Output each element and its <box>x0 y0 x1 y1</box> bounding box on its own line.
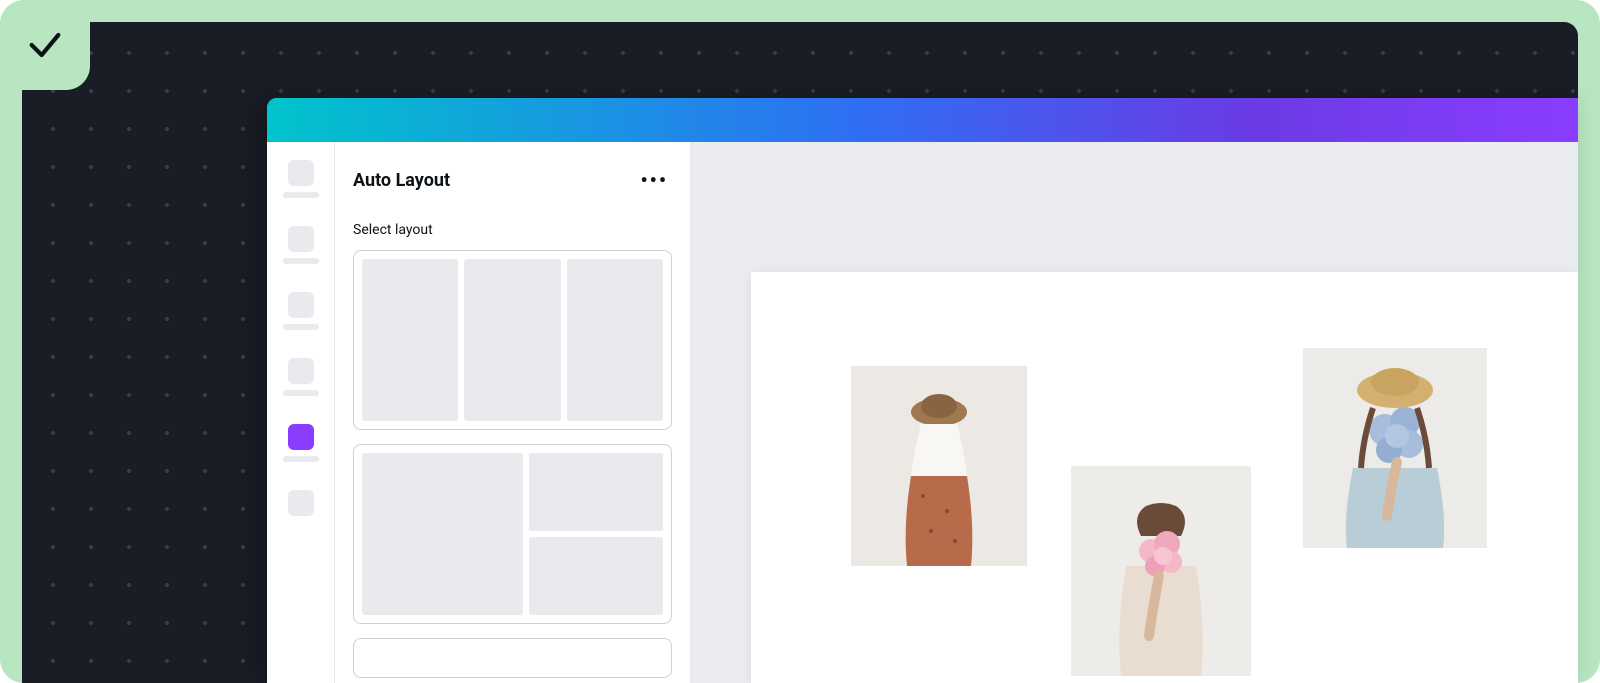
rail-label-placeholder <box>283 192 319 198</box>
layout-option-three-columns[interactable] <box>353 250 672 430</box>
rail-label-placeholder <box>283 258 319 264</box>
panel-title: Auto Layout <box>353 170 450 191</box>
rail-label-placeholder <box>283 324 319 330</box>
canvas-photo-3[interactable] <box>1303 348 1487 548</box>
layout-cell <box>567 259 663 421</box>
layout-option-one-two-stack[interactable] <box>353 444 672 624</box>
canvas-photo-1[interactable] <box>851 366 1027 566</box>
layout-cell <box>529 537 663 615</box>
panel-header: Auto Layout ••• <box>353 164 672 196</box>
rail-item-design[interactable] <box>283 160 319 198</box>
editor-window: Auto Layout ••• Select layout <box>267 98 1578 683</box>
rail-item-elements[interactable] <box>283 226 319 264</box>
uploads-icon <box>288 292 314 318</box>
elements-icon <box>288 226 314 252</box>
layout-cell <box>362 259 458 421</box>
photo-pink-flowers-icon <box>1071 466 1251 676</box>
auto-layout-icon <box>288 424 314 450</box>
layout-cell-group <box>529 453 663 615</box>
layout-cell <box>464 259 560 421</box>
check-icon <box>25 25 65 65</box>
nav-rail <box>267 142 335 683</box>
layout-cell <box>362 453 523 615</box>
photo-hat-skirt-icon <box>851 366 1027 566</box>
side-panel: Auto Layout ••• Select layout <box>335 142 691 683</box>
ellipsis-icon: ••• <box>640 168 668 192</box>
top-gradient-bar <box>267 98 1578 142</box>
design-page[interactable] <box>751 272 1578 683</box>
rail-item-uploads[interactable] <box>283 292 319 330</box>
rail-label-placeholder <box>283 390 319 396</box>
rail-label-placeholder <box>283 456 319 462</box>
more-icon <box>288 490 314 516</box>
photo-blue-flowers-hat-icon <box>1303 348 1487 548</box>
layout-cell <box>529 453 663 531</box>
example-frame: Auto Layout ••• Select layout <box>0 0 1600 683</box>
design-icon <box>288 160 314 186</box>
layout-option-next[interactable] <box>353 638 672 678</box>
rail-item-more[interactable] <box>288 490 314 516</box>
editor-body: Auto Layout ••• Select layout <box>267 142 1578 683</box>
canvas-photo-2[interactable] <box>1071 466 1251 676</box>
text-icon <box>288 358 314 384</box>
rail-item-auto-layout[interactable] <box>283 424 319 462</box>
canvas-area[interactable] <box>691 142 1578 683</box>
panel-more-button[interactable]: ••• <box>636 164 672 196</box>
section-label: Select layout <box>353 222 672 238</box>
approved-badge <box>0 0 90 90</box>
rail-item-text[interactable] <box>283 358 319 396</box>
